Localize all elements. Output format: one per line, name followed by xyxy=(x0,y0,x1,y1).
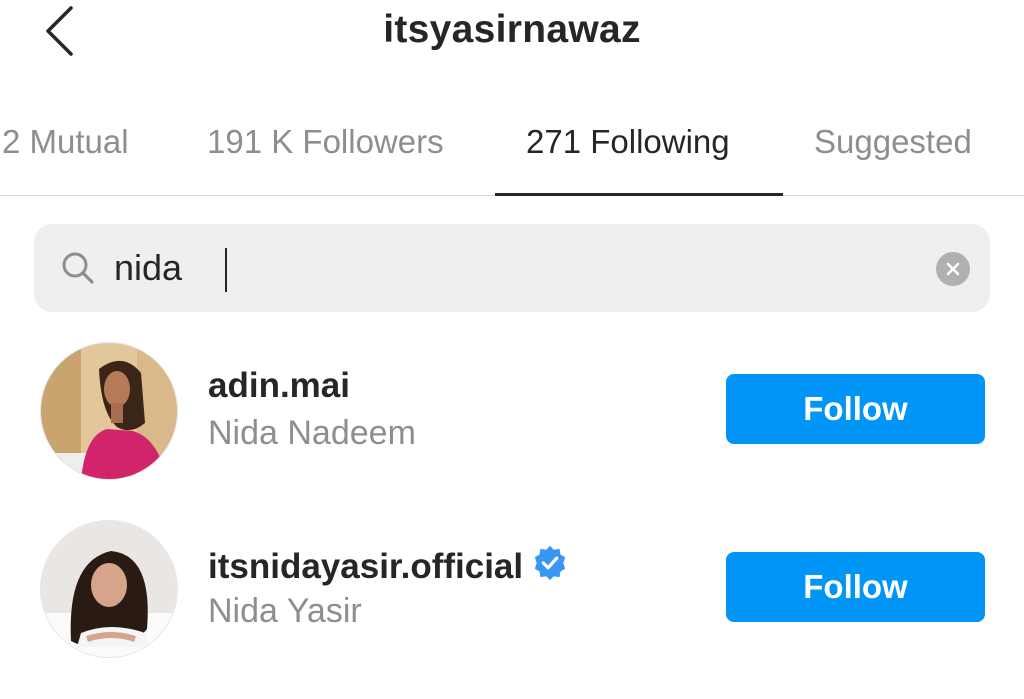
profile-photo xyxy=(41,521,177,657)
search-input[interactable] xyxy=(114,238,894,298)
verified-badge-icon xyxy=(534,545,566,581)
tab-mutual[interactable]: 2 Mutual xyxy=(2,110,129,196)
avatar[interactable] xyxy=(40,342,178,480)
search-bar[interactable] xyxy=(34,224,990,312)
follow-button[interactable]: Follow xyxy=(726,552,985,622)
app-screen: itsyasirnawaz 2 Mutual 191 K Followers 2… xyxy=(0,0,1024,699)
username[interactable]: adin.mai xyxy=(208,366,350,406)
tab-bar: 2 Mutual 191 K Followers 271 Following S… xyxy=(0,110,1024,196)
profile-photo xyxy=(41,343,177,479)
list-item[interactable]: itsnidayasir.official Nida Yasir Follow xyxy=(0,516,1024,658)
tab-suggested[interactable]: Suggested xyxy=(814,110,972,196)
clear-icon xyxy=(946,262,960,276)
text-cursor xyxy=(225,248,227,292)
list-item[interactable]: adin.mai Nida Nadeem Follow xyxy=(0,338,1024,480)
tab-followers[interactable]: 191 K Followers xyxy=(207,110,444,196)
username[interactable]: itsnidayasir.official xyxy=(208,544,569,587)
search-icon xyxy=(62,252,94,284)
page-title: itsyasirnawaz xyxy=(383,8,641,51)
active-tab-indicator xyxy=(495,193,783,196)
full-name: Nida Yasir xyxy=(208,592,362,630)
full-name: Nida Nadeem xyxy=(208,414,416,452)
tab-following[interactable]: 271 Following xyxy=(526,110,730,196)
avatar[interactable] xyxy=(40,520,178,658)
follow-button[interactable]: Follow xyxy=(726,374,985,444)
username-text: itsnidayasir.official xyxy=(208,547,524,586)
clear-search-button[interactable] xyxy=(936,252,970,286)
